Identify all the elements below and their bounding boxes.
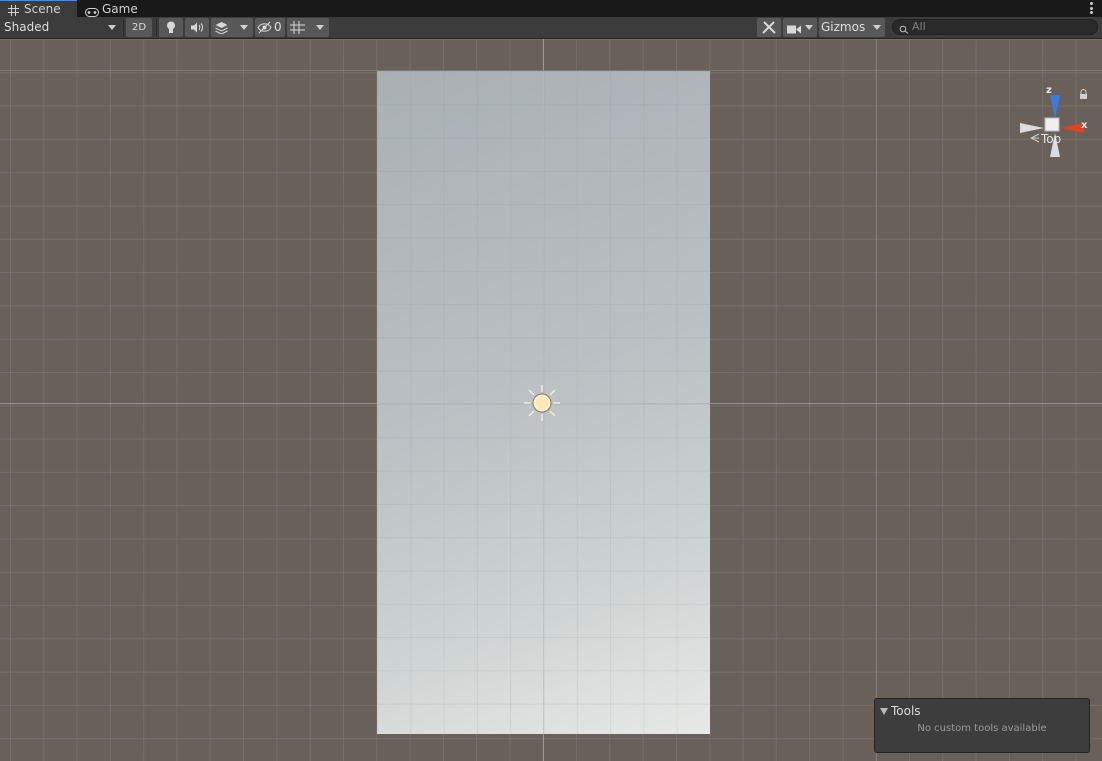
chevron-down-icon [873,25,881,30]
divider [123,19,124,36]
search-input[interactable]: All [892,19,1098,35]
gizmos-label: Gizmos [821,20,866,34]
view-label-text: Top [1041,132,1062,146]
eye-slash-icon [257,21,272,37]
tab-scene[interactable]: Scene [0,0,77,17]
directional-light-icon[interactable] [523,384,561,422]
search-icon [899,23,909,37]
effects-dropdown[interactable] [211,18,253,37]
scene-tools-button[interactable] [757,18,781,37]
audio-toggle[interactable] [185,18,209,37]
tab-bar: Scene Game [0,0,1102,17]
gizmos-dropdown[interactable]: Gizmos [819,18,885,37]
toggle-2d-label: 2D [132,22,147,33]
lighting-toggle[interactable] [159,18,183,37]
tab-game[interactable]: Game [84,0,154,17]
divider [156,19,157,36]
grid-dropdown[interactable] [287,18,329,37]
tab-label: Scene [24,2,61,16]
more-options-icon[interactable] [1090,2,1093,14]
tools-title: Tools [891,704,921,718]
camera-icon [787,23,801,37]
chevron-down-icon [316,25,324,30]
hidden-objects-toggle[interactable]: 0 [255,18,285,37]
orientation-gizmo[interactable]: z x [1016,85,1094,163]
scene-viewport[interactable]: z x [0,39,1102,761]
search-placeholder: All [912,20,926,33]
lightbulb-icon [166,21,176,37]
chevron-left-icon [1029,132,1040,146]
view-label[interactable]: Top [1029,132,1062,146]
grid-line [0,70,1102,71]
chevron-down-icon [805,25,813,30]
hidden-count: 0 [274,20,282,34]
gizmo-z-label: z [1046,85,1052,96]
grid-line [876,39,877,761]
gizmo-x-label: x [1081,120,1088,131]
toggle-2d-button[interactable]: 2D [126,18,152,37]
chevron-down-icon [108,25,116,30]
speaker-icon [190,22,204,36]
chevron-down-icon [240,25,248,30]
scene-toolbar: Shaded 2D 0 Gizmos All [0,17,1102,39]
grid-snap-icon [290,21,305,37]
layers-icon [214,21,229,37]
tools-message: No custom tools available [917,723,1047,734]
tools-overlay[interactable]: Tools No custom tools available [874,698,1090,753]
collapse-triangle-icon[interactable] [880,708,888,715]
tools-icon [762,21,776,37]
draw-mode-value: Shaded [4,20,50,34]
camera-dropdown[interactable] [783,18,817,37]
tab-label: Game [102,2,138,16]
draw-mode-dropdown[interactable]: Shaded [0,18,122,37]
